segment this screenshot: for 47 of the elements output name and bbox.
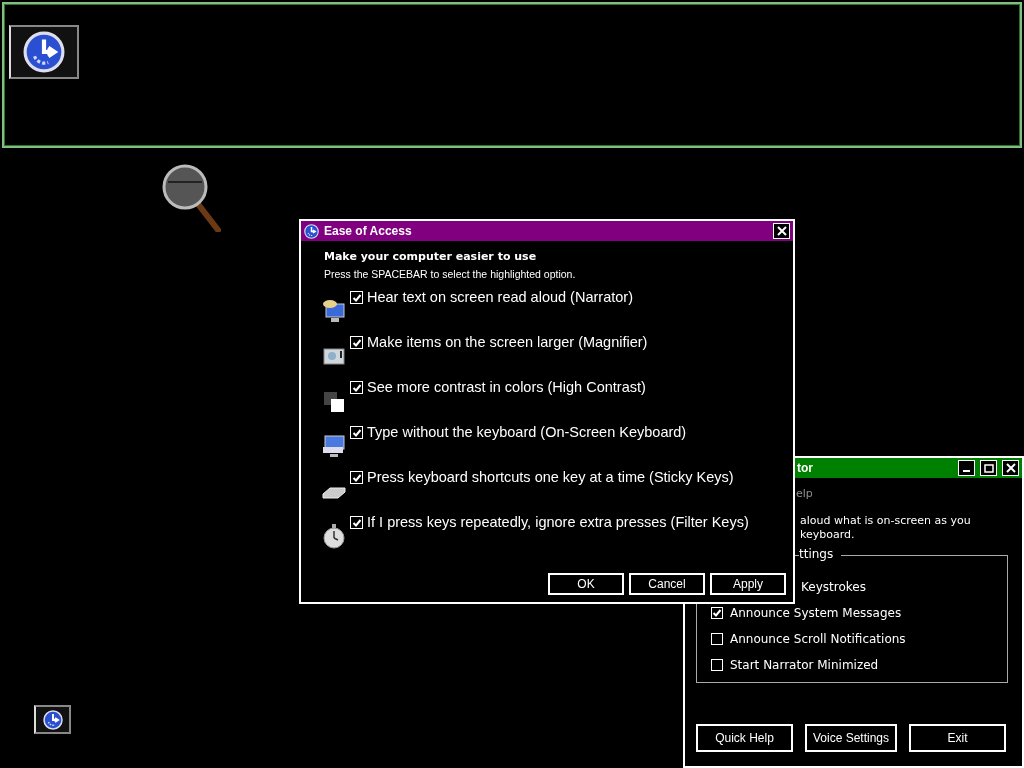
window-button[interactable]: Quick Help (696, 724, 793, 752)
ease-of-access-icon (23, 31, 65, 73)
option-label: See more contrast in colors (High Contrast) (367, 379, 646, 395)
description-text: aloud what is on-screen as you (800, 514, 972, 527)
option-label: Keystrokes (801, 580, 866, 594)
close-button[interactable] (773, 223, 790, 239)
keyboard-monitor-icon (322, 433, 346, 459)
option-label: Type without the keyboard (On-Screen Keyboard) (367, 424, 687, 440)
ease-of-access-button[interactable] (34, 705, 71, 734)
ease-of-access-icon (304, 223, 319, 239)
checkbox[interactable] (350, 336, 363, 349)
speaking-monitor-icon (322, 298, 346, 324)
group-legend: ttings (799, 547, 842, 561)
checkbox[interactable] (350, 291, 363, 304)
checkbox[interactable] (350, 426, 363, 439)
ease-of-access-icon (42, 709, 63, 730)
magnifier-icon[interactable] (162, 164, 222, 232)
option-label: If I press keys repeatedly, ignore extra presses (Filter Keys) (367, 514, 749, 530)
checkbox[interactable] (711, 659, 723, 671)
dialog-title: Ease of Access (324, 224, 412, 238)
option-label: Announce Scroll Notifications (730, 632, 906, 646)
checkbox[interactable] (711, 607, 723, 619)
dialog-button[interactable]: OK (548, 573, 624, 595)
option-label: Make items on the screen larger (Magnifier) (367, 334, 648, 350)
hint-text: Press the SPACEBAR to select the highlighted option. (324, 268, 577, 280)
window-button[interactable]: Exit (909, 724, 1006, 752)
checkbox[interactable] (711, 633, 723, 645)
dialog-button[interactable]: Apply (710, 573, 786, 595)
close-button[interactable] (1002, 460, 1019, 476)
checkbox[interactable] (350, 471, 363, 484)
option-label: Announce System Messages (730, 606, 902, 620)
checkbox[interactable] (350, 516, 363, 529)
maximize-button[interactable] (980, 460, 997, 476)
option-label: Start Narrator Minimized (730, 658, 879, 672)
description-text: keyboard. (800, 528, 856, 541)
window-button[interactable]: Voice Settings (805, 724, 897, 752)
window-title: tor (797, 461, 813, 475)
ease-of-access-button[interactable] (9, 25, 79, 79)
minimize-button[interactable] (958, 460, 975, 476)
dialog-heading: Make your computer easier to use (324, 250, 538, 263)
option-label: Hear text on screen read aloud (Narrator) (367, 289, 633, 305)
option-label: Press keyboard shortcuts one key at a time (Sticky Keys) (367, 469, 734, 485)
stopwatch-icon (322, 523, 346, 549)
dialog-button[interactable]: Cancel (629, 573, 705, 595)
menu-item[interactable]: elp (796, 487, 813, 500)
checkbox[interactable] (350, 381, 363, 394)
maximize-icon (983, 463, 994, 473)
